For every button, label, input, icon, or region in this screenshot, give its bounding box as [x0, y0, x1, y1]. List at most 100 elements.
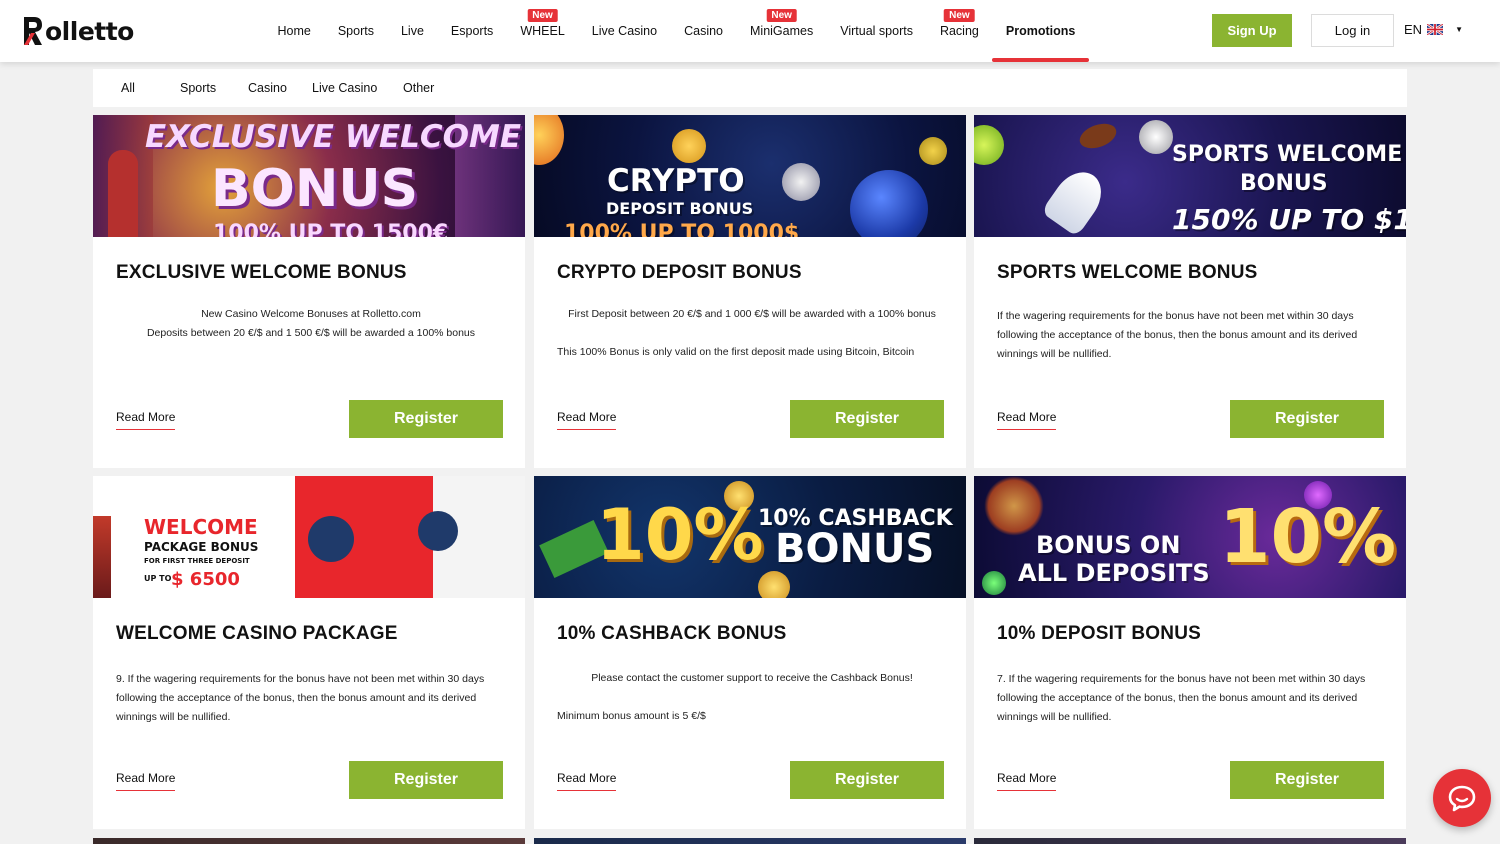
- promo-title: CRYPTO DEPOSIT BONUS: [557, 262, 802, 283]
- nav-racing[interactable]: New Racing: [926, 0, 992, 62]
- read-more-link[interactable]: Read More: [997, 771, 1057, 791]
- promo-card: WELCOME PACKAGE BONUS FOR FIRST THREE DE…: [93, 476, 525, 829]
- banner-line-1: WELCOME: [144, 515, 258, 539]
- nav-esports-label: Esports: [450, 24, 494, 38]
- rolletto-logo-icon: [24, 17, 42, 45]
- log-in-button[interactable]: Log in: [1311, 14, 1394, 47]
- nav-casino[interactable]: Casino: [671, 0, 737, 62]
- promo-card-peek: [93, 838, 525, 844]
- banner-line-4-prefix: UP TO: [144, 574, 172, 583]
- promo-desc-line: Please contact the customer support to r…: [591, 672, 913, 684]
- nav-live-casino[interactable]: Live Casino: [578, 0, 670, 62]
- promo-filter-bar: All Sports Casino Live Casino Other: [93, 69, 1407, 107]
- promo-desc-line: If the wagering requirements for the bon…: [997, 310, 1358, 360]
- read-more-link[interactable]: Read More: [116, 410, 176, 430]
- banner-line-2: PACKAGE BONUS: [144, 540, 259, 554]
- promo-card-peek: [974, 838, 1406, 844]
- promo-title: 10% CASHBACK BONUS: [557, 623, 787, 644]
- banner-line-2: DEPOSIT BONUS: [606, 199, 754, 218]
- read-more-link[interactable]: Read More: [557, 410, 617, 430]
- promo-card-peek: [534, 838, 966, 844]
- register-button[interactable]: Register: [790, 761, 944, 799]
- banner-line-2: BONUS: [1240, 171, 1328, 196]
- promo-banner[interactable]: EXCLUSIVE WELCOME BONUS 100% UP TO 1500€: [93, 115, 525, 237]
- promo-description: 9. If the wagering requirements for the …: [116, 670, 506, 727]
- promo-desc-line: Minimum bonus amount is 5 €/$: [557, 710, 706, 722]
- nav-home[interactable]: Home: [264, 0, 324, 62]
- promo-banner[interactable]: BONUS ON ALL DEPOSITS 10%: [974, 476, 1406, 598]
- new-badge: New: [944, 9, 975, 22]
- main-nav: Home Sports Live Esports New WHEEL Live C…: [264, 0, 1090, 62]
- register-button[interactable]: Register: [1230, 761, 1384, 799]
- nav-casino-label: Casino: [684, 24, 724, 38]
- promo-description: First Deposit between 20 €/$ and 1 000 €…: [557, 305, 947, 362]
- banner-line-3: FOR FIRST THREE DEPOSIT: [144, 557, 250, 565]
- promo-desc-line: New Casino Welcome Bonuses at Rolletto.c…: [201, 308, 421, 320]
- promo-card: BONUS ON ALL DEPOSITS 10% 10% DEPOSIT BO…: [974, 476, 1406, 829]
- register-button[interactable]: Register: [1230, 400, 1384, 438]
- banner-line-3: 100% UP TO 1000$: [564, 221, 800, 237]
- nav-home-label: Home: [277, 24, 311, 38]
- promo-desc-line: 9. If the wagering requirements for the …: [116, 673, 485, 723]
- promo-desc-line: Deposits between 20 €/$ and 1 500 €/$ wi…: [146, 327, 476, 339]
- filter-all[interactable]: All: [121, 81, 135, 95]
- banner-line-1: SPORTS WELCOME: [1172, 142, 1403, 167]
- live-chat-button[interactable]: [1433, 769, 1491, 827]
- nav-virtual-sports-label: Virtual sports: [840, 24, 913, 38]
- logo-text: olletto: [45, 16, 134, 46]
- banner-line-3: 100% UP TO 1500€: [213, 221, 449, 237]
- banner-line-2: ALL DEPOSITS: [1018, 559, 1210, 587]
- promo-desc-line: 7. If the wagering requirements for the …: [997, 673, 1366, 723]
- promo-description: If the wagering requirements for the bon…: [997, 307, 1387, 364]
- nav-wheel[interactable]: New WHEEL: [507, 0, 578, 62]
- language-selector[interactable]: EN ▼: [1404, 22, 1463, 37]
- new-badge: New: [766, 9, 797, 22]
- banner-line-1: EXCLUSIVE WELCOME: [145, 119, 522, 155]
- nav-promotions-label: Promotions: [1005, 24, 1076, 38]
- banner-line-1: CRYPTO: [607, 163, 745, 199]
- nav-live-label: Live: [400, 24, 424, 38]
- banner-big: 10%: [1219, 494, 1397, 580]
- sign-up-button[interactable]: Sign Up: [1212, 14, 1292, 47]
- language-code: EN: [1404, 22, 1423, 37]
- banner-big: 10%: [596, 494, 764, 576]
- promo-title: 10% DEPOSIT BONUS: [997, 623, 1202, 644]
- nav-live[interactable]: Live: [387, 0, 437, 62]
- register-button[interactable]: Register: [349, 400, 503, 438]
- promo-desc-line: First Deposit between 20 €/$ and 1 000 €…: [568, 308, 936, 320]
- promo-description: Please contact the customer support to r…: [557, 669, 947, 726]
- promo-banner[interactable]: WELCOME PACKAGE BONUS FOR FIRST THREE DE…: [93, 476, 525, 598]
- promo-title: WELCOME CASINO PACKAGE: [116, 623, 398, 644]
- promo-banner[interactable]: CRYPTO DEPOSIT BONUS 100% UP TO 1000$: [534, 115, 966, 237]
- uk-flag-icon: [1427, 24, 1444, 35]
- promo-title: EXCLUSIVE WELCOME BONUS: [116, 262, 407, 283]
- promo-desc-line: This 100% Bonus is only valid on the fir…: [557, 346, 915, 358]
- read-more-link[interactable]: Read More: [116, 771, 176, 791]
- banner-line-3: 150% UP TO $1500: [1172, 203, 1406, 236]
- logo[interactable]: olletto: [22, 14, 134, 48]
- nav-wheel-label: WHEEL: [520, 24, 565, 38]
- register-button[interactable]: Register: [790, 400, 944, 438]
- promo-banner[interactable]: 10% 10% CASHBACK BONUS: [534, 476, 966, 598]
- nav-racing-label: Racing: [939, 24, 979, 38]
- promo-description: New Casino Welcome Bonuses at Rolletto.c…: [116, 305, 506, 343]
- read-more-link[interactable]: Read More: [557, 771, 617, 791]
- filter-live-casino[interactable]: Live Casino: [312, 81, 377, 95]
- register-button[interactable]: Register: [349, 761, 503, 799]
- filter-sports[interactable]: Sports: [180, 81, 216, 95]
- read-more-link[interactable]: Read More: [997, 410, 1057, 430]
- promo-banner[interactable]: SPORTS WELCOME BONUS 150% UP TO $1500: [974, 115, 1406, 237]
- promo-card: SPORTS WELCOME BONUS 150% UP TO $1500 SP…: [974, 115, 1406, 468]
- nav-esports[interactable]: Esports: [437, 0, 506, 62]
- promo-card: 10% 10% CASHBACK BONUS 10% CASHBACK BONU…: [534, 476, 966, 829]
- chat-bubble-icon: [1448, 785, 1476, 812]
- new-badge: New: [527, 9, 558, 22]
- nav-minigames[interactable]: New MiniGames: [737, 0, 827, 62]
- nav-promotions[interactable]: Promotions: [992, 0, 1090, 62]
- nav-sports[interactable]: Sports: [324, 0, 387, 62]
- filter-casino[interactable]: Casino: [248, 81, 287, 95]
- chevron-down-icon: ▼: [1455, 25, 1463, 34]
- banner-line-2: BONUS: [775, 526, 935, 572]
- nav-virtual-sports[interactable]: Virtual sports: [827, 0, 927, 62]
- filter-other[interactable]: Other: [403, 81, 434, 95]
